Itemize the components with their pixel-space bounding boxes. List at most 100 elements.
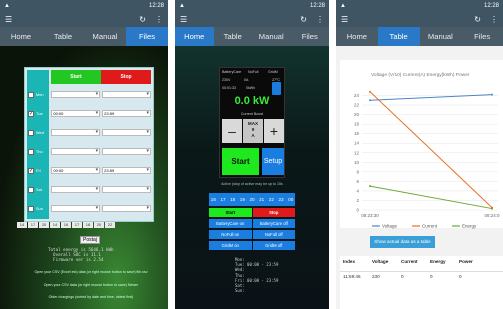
day-checkbox[interactable]: [28, 205, 34, 212]
hour-button[interactable]: 22: [267, 193, 276, 206]
tab-manual[interactable]: Manual: [420, 27, 462, 46]
stop-select[interactable]: [102, 129, 151, 136]
x-tick-label: 08:24:0: [484, 213, 500, 218]
slot-select[interactable]: 20: [39, 222, 49, 228]
start-select[interactable]: [51, 129, 101, 136]
nofull-off-button[interactable]: NoFull off: [252, 230, 295, 239]
start-select[interactable]: 00:00: [51, 167, 101, 174]
slot-select[interactable]: 17: [72, 222, 82, 228]
data-point: [369, 99, 371, 102]
refresh-icon[interactable]: ↻: [300, 15, 307, 24]
slot-select[interactable]: 18: [83, 222, 93, 228]
plus-button[interactable]: +: [264, 119, 284, 143]
series-line-current: [369, 91, 493, 208]
slot-select[interactable]: 22: [105, 222, 115, 228]
gridm-on-button[interactable]: GridM on: [209, 241, 252, 250]
start-select[interactable]: [51, 186, 101, 193]
csv-link[interactable]: Open your CSV (Excel etc) data (or right…: [18, 270, 164, 274]
battery-icon: [272, 82, 281, 95]
batterycare-on-button[interactable]: BatteryCare on: [209, 219, 252, 228]
time-value: 00:01:33: [222, 86, 236, 90]
day-checkbox[interactable]: [28, 91, 34, 98]
nofull-on-button[interactable]: NoFull on: [209, 230, 252, 239]
stop-select[interactable]: [102, 91, 151, 98]
app-bar: ☰ ↻ ⋮: [0, 11, 168, 27]
start-select[interactable]: 00:00: [51, 110, 101, 117]
slot-select[interactable]: 17: [28, 222, 38, 228]
apply-button[interactable]: Postaj: [80, 236, 100, 244]
more-icon[interactable]: ⋮: [490, 15, 498, 24]
y-tick-label: 0: [356, 208, 359, 213]
day-checkbox[interactable]: [28, 186, 34, 193]
stop-select[interactable]: [102, 205, 151, 212]
start-button[interactable]: Start: [222, 148, 259, 175]
start-select[interactable]: [51, 148, 101, 155]
hour-button[interactable]: 16: [209, 193, 218, 206]
menu-icon[interactable]: ☰: [5, 15, 12, 24]
day-checkbox[interactable]: [28, 148, 34, 155]
hour-button[interactable]: 17: [219, 193, 228, 206]
show-table-button[interactable]: Show actual data as a table: [370, 236, 435, 248]
menu-icon[interactable]: ☰: [180, 15, 187, 24]
tab-home[interactable]: Home: [336, 27, 378, 46]
line-chart: 24222018161412108642008:23:30 08:24:0Volt…: [354, 90, 500, 229]
gridm-off-button[interactable]: GridM off: [252, 241, 295, 250]
tab-files[interactable]: Files: [126, 27, 168, 46]
older-chargings-link[interactable]: Older chargings (sorted by date and time…: [18, 295, 164, 299]
stop-header: Stop: [101, 70, 151, 84]
day-checkbox[interactable]: [28, 129, 34, 136]
start-select[interactable]: [51, 91, 101, 98]
tab-home[interactable]: Home: [0, 27, 42, 46]
energy-value: 0kWh: [246, 86, 256, 90]
tab-manual[interactable]: Manual: [84, 27, 126, 46]
y-tick-label: 6: [356, 179, 359, 184]
start-schedule-button[interactable]: Start: [209, 208, 252, 217]
tab-table[interactable]: Table: [42, 27, 84, 46]
minus-button[interactable]: –: [222, 119, 242, 143]
day-checkbox[interactable]: ✓: [28, 167, 34, 174]
status-bar: ▲ 12:28: [336, 0, 503, 11]
table-row: 11:59:46 230 0 0 0: [340, 271, 503, 280]
menu-icon[interactable]: ☰: [341, 15, 348, 24]
data-table: Index Voltage Current Energy Power 11:59:46 2…: [340, 256, 503, 309]
day-checkbox[interactable]: ✓: [28, 110, 34, 117]
stop-select[interactable]: 23:59: [102, 167, 151, 174]
tab-table[interactable]: Table: [214, 27, 253, 46]
setup-button[interactable]: Setup: [262, 148, 284, 175]
refresh-icon[interactable]: ↻: [139, 15, 146, 24]
stop-select[interactable]: [102, 186, 151, 193]
refresh-icon[interactable]: ↻: [474, 15, 481, 24]
weekly-schedule: Start Stop Mon✓Tue00:0023:59WedThu✓Fri00…: [24, 67, 154, 222]
start-select[interactable]: [51, 205, 101, 212]
schedule-row-sun: Sun: [28, 204, 151, 213]
tab-table[interactable]: Table: [377, 27, 420, 46]
data-point: [491, 93, 493, 96]
stop-select[interactable]: [102, 148, 151, 155]
stop-select[interactable]: 23:59: [102, 110, 151, 117]
hour-button[interactable]: 21: [257, 193, 266, 206]
phone-files: ▲ 12:28 ☰ ↻ ⋮ Home Table Manual Files Star…: [0, 0, 168, 309]
hour-button[interactable]: 00: [286, 193, 295, 206]
hour-button[interactable]: 20: [248, 193, 257, 206]
data-point: [369, 185, 371, 188]
status-bar: ▲ 12:28: [175, 0, 329, 11]
current-boost-label: Current Boost: [240, 112, 264, 116]
slot-select[interactable]: 20: [94, 222, 104, 228]
data-point: [369, 90, 371, 93]
hour-button[interactable]: 19: [238, 193, 247, 206]
stop-schedule-button[interactable]: Stop: [252, 208, 295, 217]
x-tick-label: 08:23:30: [361, 213, 379, 218]
tab-files[interactable]: Files: [461, 27, 503, 46]
slot-select[interactable]: 14: [50, 222, 60, 228]
batterycare-off-button[interactable]: BatteryCare off: [252, 219, 295, 228]
csv-newer-link[interactable]: Open your CSV data (or right mouse butto…: [18, 283, 164, 287]
hour-button[interactable]: 18: [228, 193, 237, 206]
more-icon[interactable]: ⋮: [155, 15, 163, 24]
slot-select[interactable]: 16: [61, 222, 71, 228]
tab-files[interactable]: Files: [291, 27, 330, 46]
tab-home[interactable]: Home: [175, 27, 214, 46]
tab-manual[interactable]: Manual: [252, 27, 291, 46]
slot-select[interactable]: 14: [17, 222, 27, 228]
more-icon[interactable]: ⋮: [316, 15, 324, 24]
hour-button[interactable]: 23: [277, 193, 286, 206]
